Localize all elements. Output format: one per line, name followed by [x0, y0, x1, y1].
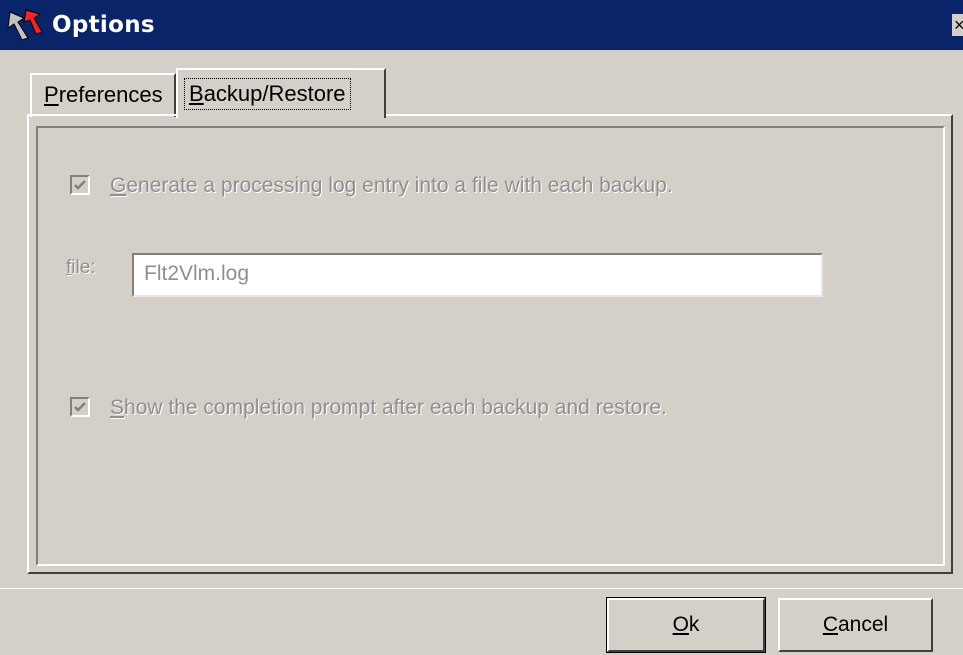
close-button[interactable]: × — [952, 14, 963, 36]
tab-focus-rect: Backup/Restore — [184, 78, 351, 110]
tab-backup-restore-mnemonic: B — [189, 81, 204, 106]
log-checkbox-text: enerate a processing log entry into a fi… — [126, 174, 673, 197]
cancel-button-label: ancel — [837, 613, 889, 636]
log-checkbox-mnemonic: G — [110, 174, 127, 197]
prompt-checkbox[interactable] — [70, 397, 90, 417]
tab-backup-restore[interactable]: Backup/Restore — [176, 68, 386, 118]
cancel-button-mnemonic: C — [822, 613, 838, 636]
file-field-label: file: — [66, 257, 96, 279]
check-icon — [74, 402, 86, 412]
button-area-separator — [0, 588, 963, 589]
file-input[interactable]: Flt2Vlm.log — [132, 253, 823, 297]
prompt-checkbox-mnemonic: S — [110, 396, 125, 419]
prompt-checkbox-label[interactable]: Show the completion prompt after each ba… — [110, 396, 667, 420]
options-dialog: Options × Preferences Backup/Restore Gen… — [0, 0, 963, 655]
tab-backup-restore-label: ackup/Restore — [203, 81, 346, 106]
ok-button-mnemonic: O — [672, 613, 689, 636]
log-checkbox-label[interactable]: Generate a processing log entry into a f… — [110, 174, 673, 198]
tab-preferences[interactable]: Preferences — [30, 73, 176, 117]
tab-preferences-label: references — [58, 82, 163, 107]
tab-preferences-mnemonic: P — [44, 82, 59, 107]
ok-button[interactable]: Ok — [606, 597, 766, 653]
ok-button-label: k — [688, 613, 700, 636]
log-checkbox[interactable] — [70, 175, 90, 195]
file-field-label-text: ile: — [71, 257, 96, 278]
title-bar[interactable]: Options × — [0, 0, 963, 50]
prompt-checkbox-text: how the completion prompt after each bac… — [124, 396, 667, 419]
app-icon — [7, 9, 43, 41]
window-title: Options — [52, 12, 155, 38]
check-icon — [74, 180, 86, 190]
cancel-button[interactable]: Cancel — [778, 598, 933, 652]
close-icon: × — [954, 15, 963, 35]
